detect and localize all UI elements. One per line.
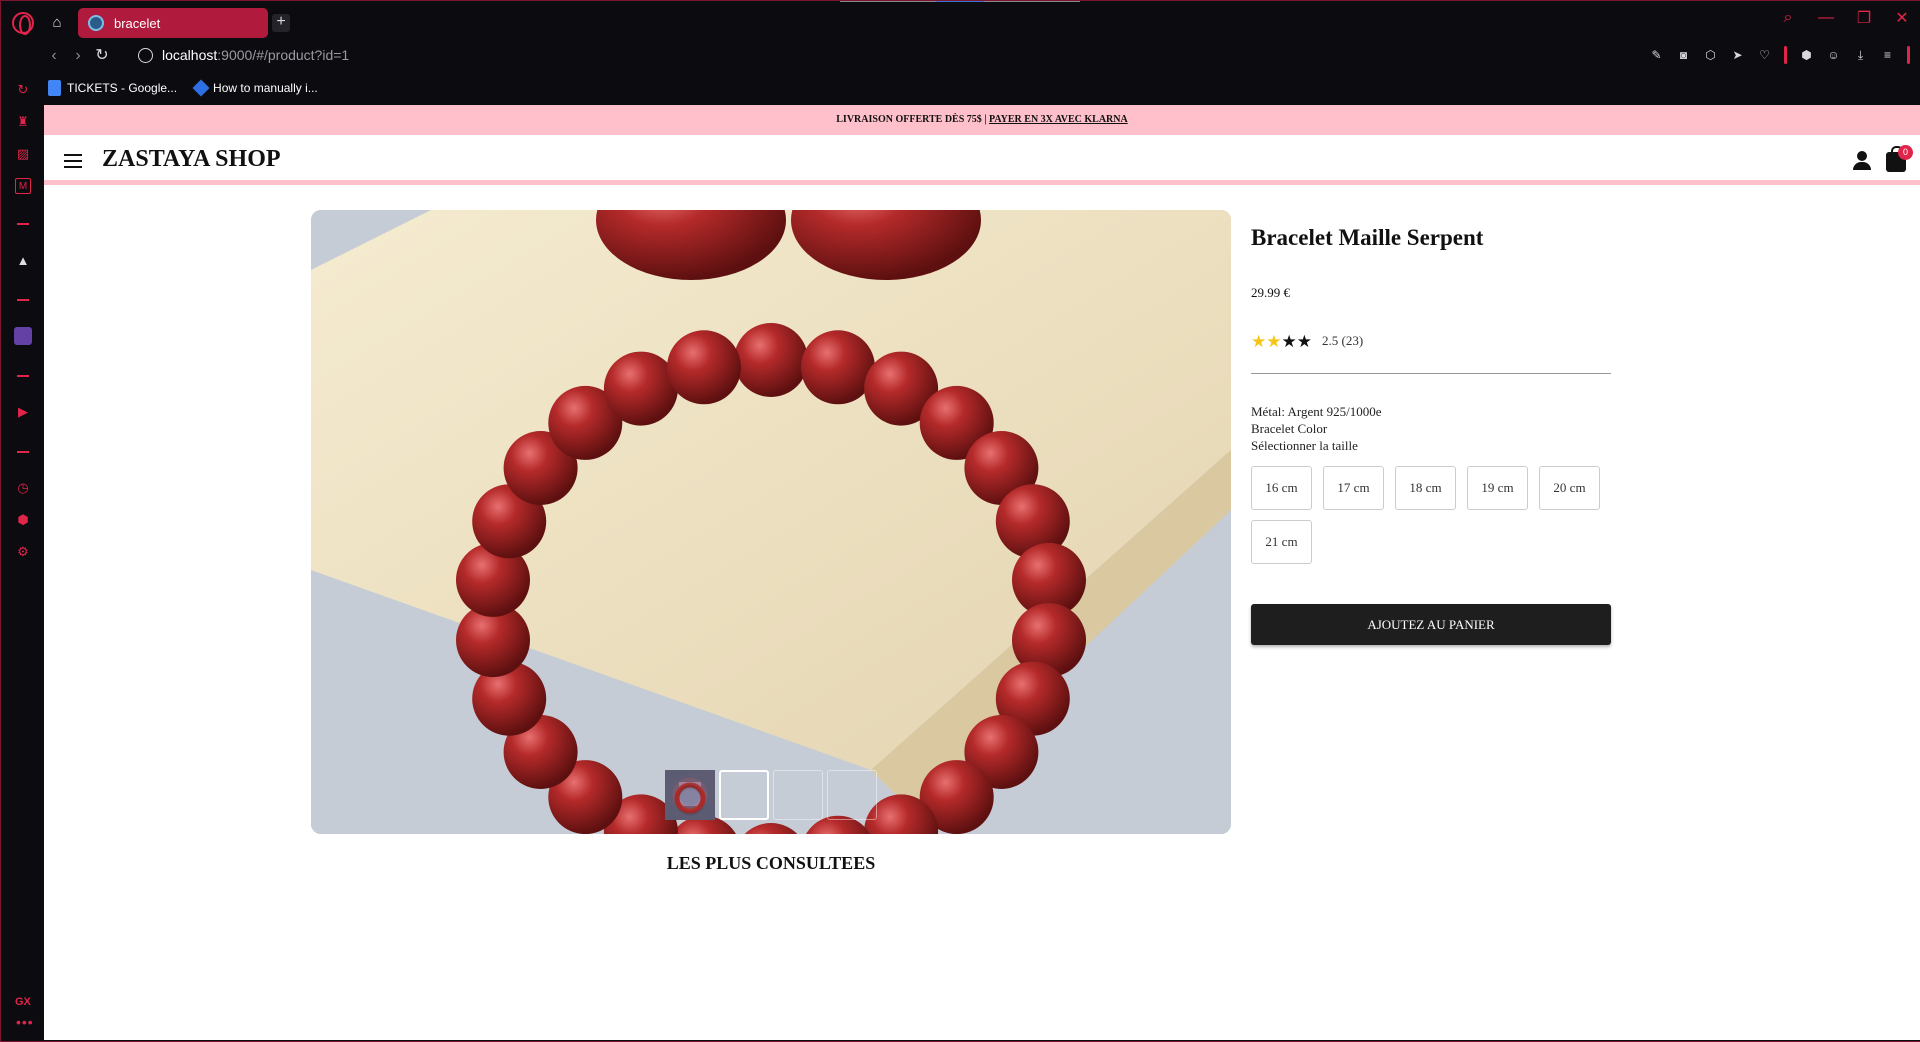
size-label: Sélectionner la taille bbox=[1251, 438, 1358, 453]
url-field[interactable]: localhost:9000/#/product?id=1 bbox=[162, 47, 349, 63]
klarna-link[interactable]: PAYER EN 3X AVEC KLARNA bbox=[989, 114, 1128, 125]
speed-dial-icon[interactable]: ↻ bbox=[15, 82, 31, 98]
star-icon: ★ bbox=[1251, 331, 1267, 351]
restore-icon[interactable]: ❐ bbox=[1856, 8, 1872, 28]
site-header: ZASTAYA SHOP 0 bbox=[44, 135, 1920, 185]
product-title: Bracelet Maille Serpent bbox=[1251, 225, 1484, 250]
thumbnail-4[interactable] bbox=[665, 770, 877, 820]
star-icon: ★ bbox=[1266, 331, 1282, 351]
product-info: Bracelet Maille Serpent 29.99 € ★ ★ ★ ★ … bbox=[1251, 225, 1611, 645]
product-meta: Métal: Argent 925/1000e Bracelet Color S… bbox=[1251, 403, 1611, 454]
send-icon[interactable]: ➤ bbox=[1730, 48, 1745, 63]
search-icon[interactable]: ⌕ bbox=[1780, 9, 1796, 27]
thumbnail-3[interactable] bbox=[665, 770, 823, 820]
size-option[interactable]: 20 cm bbox=[1539, 466, 1600, 510]
tab-bracelet[interactable]: bracelet bbox=[78, 8, 268, 38]
heart-icon[interactable]: ♡ bbox=[1757, 48, 1772, 63]
promo-banner: LIVRAISON OFFERTE DÈS 75$ | PAYER EN 3X … bbox=[44, 105, 1920, 135]
bead bbox=[667, 330, 741, 405]
opera-sidebar: ↻ ♜ ▨ M ▲ ▶ ◷ ⬢ ⚙ GX ••• bbox=[0, 78, 44, 1040]
most-viewed-heading: LES PLUS CONSULTEES bbox=[666, 853, 876, 873]
minimize-icon[interactable]: — bbox=[1818, 9, 1834, 27]
rating-text: 2.5 (23) bbox=[1322, 333, 1364, 348]
hamburger-menu-icon[interactable] bbox=[64, 154, 82, 168]
jira-icon bbox=[192, 79, 210, 97]
size-option[interactable]: 19 cm bbox=[1467, 466, 1528, 510]
download-icon[interactable]: ⤓ bbox=[1853, 48, 1868, 63]
tab-title: bracelet bbox=[114, 15, 161, 31]
bookmarks-bar: TICKETS - Google... How to manually i... bbox=[48, 78, 318, 98]
gx-control-icon[interactable]: ⌂ bbox=[46, 12, 68, 34]
twitch-icon[interactable] bbox=[14, 327, 32, 345]
size-option[interactable]: 16 cm bbox=[1251, 466, 1312, 510]
player-icon[interactable]: ▶ bbox=[15, 404, 31, 420]
reload-icon[interactable]: ↻ bbox=[92, 44, 112, 68]
profile-icon[interactable]: ☺ bbox=[1826, 48, 1841, 63]
cart-count-badge: 0 bbox=[1898, 145, 1913, 160]
sidebar-separator bbox=[17, 299, 29, 301]
bead bbox=[801, 330, 875, 405]
easy-setup-icon[interactable]: ✎ bbox=[1649, 48, 1664, 63]
sidebar-separator bbox=[17, 451, 29, 453]
google-docs-icon bbox=[48, 80, 61, 96]
thumbnail-strip bbox=[665, 770, 877, 820]
sidebar-separator bbox=[17, 375, 29, 377]
site-info-icon[interactable] bbox=[138, 48, 153, 63]
color-label: Bracelet Color bbox=[1251, 421, 1328, 436]
size-option[interactable]: 18 cm bbox=[1395, 466, 1456, 510]
metal-label: Métal: Argent 925/1000e bbox=[1251, 404, 1382, 419]
extension-toolbar: ✎ ◙ ⬡ ➤ ♡ ⬢ ☺ ⤓ ≡ bbox=[1649, 46, 1910, 64]
gx-corner-icon[interactable]: ♜ bbox=[15, 114, 31, 130]
sidebar-toggle-icon[interactable] bbox=[1907, 46, 1910, 64]
forward-icon[interactable]: › bbox=[68, 44, 88, 68]
tab-strip: ⌂ bracelet + ⌕ — ❐ ✕ bbox=[0, 0, 1920, 44]
separator-icon bbox=[1784, 46, 1787, 64]
messenger-icon[interactable]: M bbox=[15, 178, 31, 194]
history-icon[interactable]: ◷ bbox=[15, 480, 31, 496]
add-to-cart-button[interactable]: AJOUTEZ AU PANIER bbox=[1251, 604, 1611, 645]
thumbnail-2[interactable] bbox=[665, 770, 769, 820]
app-icon[interactable]: ▲ bbox=[15, 253, 31, 269]
address-bar: ‹ › ↻ localhost:9000/#/product?id=1 ✎ ◙ … bbox=[44, 44, 1920, 68]
product-image[interactable] bbox=[311, 210, 1231, 834]
size-option[interactable]: 17 cm bbox=[1323, 466, 1384, 510]
bead bbox=[603, 351, 678, 426]
browser-window: ⌂ bracelet + ⌕ — ❐ ✕ ‹ › ↻ localhost:900… bbox=[0, 0, 1920, 1042]
more-icon[interactable]: ••• bbox=[16, 1014, 34, 1030]
size-selector: 16 cm 17 cm 18 cm 19 cm 20 cm 21 cm bbox=[1251, 466, 1611, 564]
opera-menu-icon[interactable] bbox=[12, 12, 34, 35]
size-option[interactable]: 21 cm bbox=[1251, 520, 1312, 564]
shop-logo[interactable]: ZASTAYA SHOP bbox=[102, 146, 281, 173]
gx-icon[interactable]: GX bbox=[15, 996, 31, 1008]
product-rating: ★ ★ ★ ★ 2.5 (23) bbox=[1251, 331, 1611, 351]
menu-icon[interactable]: ≡ bbox=[1880, 48, 1895, 63]
account-icon[interactable] bbox=[1852, 151, 1872, 171]
favicon-icon bbox=[88, 15, 104, 31]
settings-icon[interactable]: ⚙ bbox=[15, 544, 31, 560]
web-page: LIVRAISON OFFERTE DÈS 75$ | PAYER EN 3X … bbox=[44, 105, 1920, 1040]
star-icon: ★ bbox=[1281, 331, 1297, 351]
product-price: 29.99 € bbox=[1251, 285, 1290, 300]
bracelet-photo bbox=[311, 210, 1231, 834]
bookmark-tickets[interactable]: TICKETS - Google... bbox=[48, 80, 177, 96]
vpn-icon[interactable]: ⬡ bbox=[1703, 48, 1718, 63]
bead bbox=[734, 323, 808, 397]
window-controls: ⌕ — ❐ ✕ bbox=[1780, 8, 1910, 28]
new-tab-button[interactable]: + bbox=[272, 14, 290, 32]
star-icon: ★ bbox=[1296, 331, 1312, 351]
close-icon[interactable]: ✕ bbox=[1894, 8, 1910, 28]
snapshot-icon[interactable]: ◙ bbox=[1676, 48, 1691, 63]
back-icon[interactable]: ‹ bbox=[44, 44, 64, 68]
bookmark-how-to[interactable]: How to manually i... bbox=[192, 79, 318, 97]
extensions-icon[interactable]: ⬢ bbox=[1799, 48, 1814, 63]
sidebar-separator bbox=[17, 223, 29, 225]
extensions-sidebar-icon[interactable]: ⬢ bbox=[15, 512, 31, 528]
divider bbox=[1251, 373, 1611, 374]
cleaner-icon[interactable]: ▨ bbox=[15, 146, 31, 162]
